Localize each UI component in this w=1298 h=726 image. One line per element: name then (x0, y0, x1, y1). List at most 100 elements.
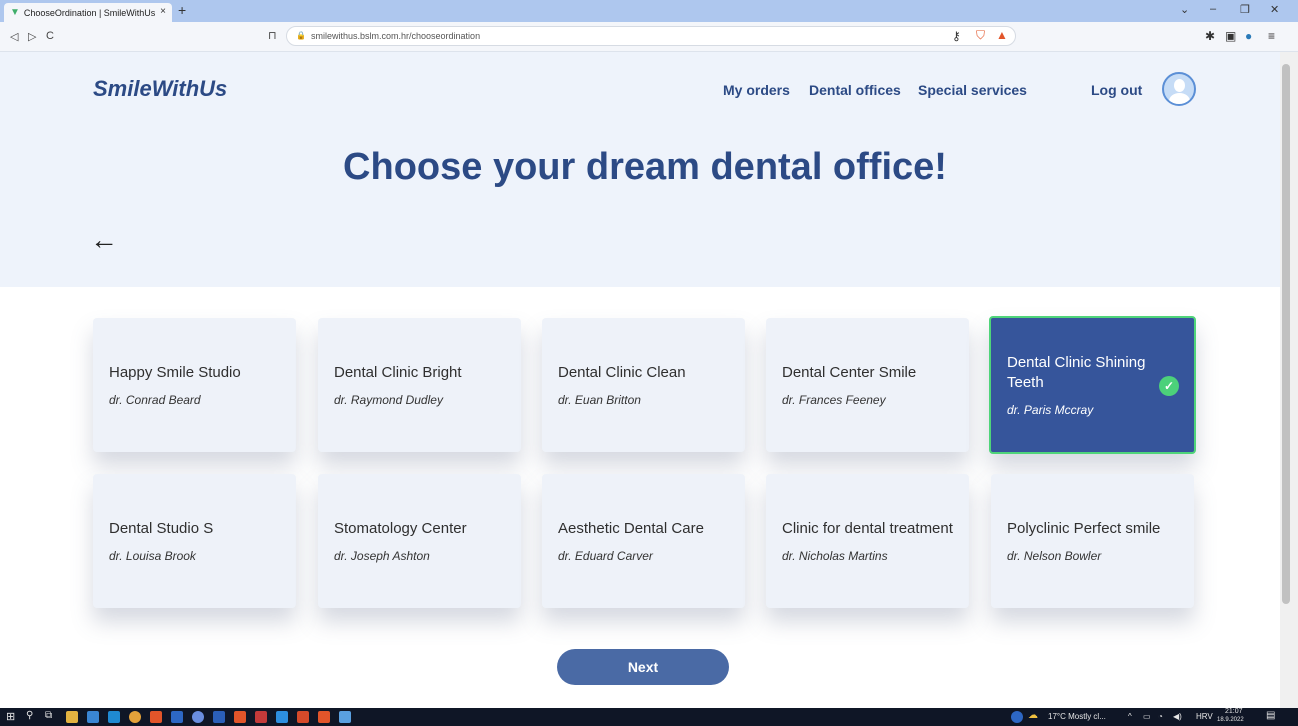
mail-icon[interactable] (108, 711, 120, 723)
restore-window-icon[interactable]: ❐ (1240, 3, 1250, 16)
wifi-icon[interactable]: ◔ (1158, 712, 1163, 721)
back-arrow-icon[interactable]: ← (90, 226, 118, 254)
nav-my-orders[interactable]: My orders (723, 82, 790, 98)
scrollbar-thumb[interactable] (1282, 64, 1290, 604)
office-doctor: dr. Frances Feeney (782, 393, 886, 407)
lock-icon: 🔒 (296, 31, 306, 40)
office-name: Dental Clinic Bright (334, 364, 462, 381)
office-name: Dental Studio S (109, 520, 214, 537)
reload-icon[interactable]: C (46, 30, 54, 42)
clock-time[interactable]: 21:07 (1225, 708, 1243, 715)
vscode-icon[interactable] (276, 711, 288, 723)
office-card[interactable]: Clinic for dental treatment dr. Nicholas… (766, 474, 969, 608)
filezilla-icon[interactable] (297, 711, 309, 723)
app-icon[interactable] (87, 711, 99, 723)
office-doctor: dr. Eduard Carver (558, 549, 653, 563)
tab-search-icon[interactable]: ⌄ (1180, 3, 1189, 16)
office-card[interactable]: Dental Clinic Clean dr. Euan Britton (542, 318, 745, 452)
browser-tab[interactable]: ▼ ChooseOrdination | SmileWithUs × (4, 3, 172, 22)
office-name: Dental Clinic Shining Teeth (1007, 354, 1146, 391)
url-text: smilewithus.bslm.com.hr/chooseordination (311, 31, 481, 41)
office-card[interactable]: Stomatology Center dr. Joseph Ashton (318, 474, 521, 608)
office-doctor: dr. Nicholas Martins (782, 549, 888, 563)
office-card[interactable]: Aesthetic Dental Care dr. Eduard Carver (542, 474, 745, 608)
office-doctor: dr. Joseph Ashton (334, 549, 430, 563)
site-logo[interactable]: SmileWithUs (93, 76, 227, 102)
volume-icon[interactable]: ◀) (1173, 712, 1182, 721)
tab-title: ChooseOrdination | SmileWithUs (23, 7, 156, 18)
file-explorer-icon[interactable] (66, 711, 78, 723)
office-card[interactable]: Dental Studio S dr. Louisa Brook (93, 474, 296, 608)
office-card[interactable]: Dental Clinic Bright dr. Raymond Dudley (318, 318, 521, 452)
bookmark-icon[interactable]: ⊓ (268, 29, 277, 42)
notepad-icon[interactable] (339, 711, 351, 723)
key-icon[interactable]: ⚷ (952, 29, 961, 43)
nav-special-services[interactable]: Special services (918, 82, 1027, 98)
extensions-icon[interactable]: ✱ (1205, 29, 1215, 43)
battery-icon[interactable]: ▭ (1143, 712, 1151, 721)
forward-nav-icon[interactable]: ▷ (28, 30, 36, 43)
office-doctor: dr. Euan Britton (558, 393, 641, 407)
office-doctor: dr. Raymond Dudley (334, 393, 443, 407)
new-tab-button[interactable]: + (178, 2, 186, 18)
office-card-selected[interactable]: Dental Clinic Shining Teeth dr. Paris Mc… (989, 316, 1196, 454)
address-bar[interactable]: 🔒 smilewithus.bslm.com.hr/chooseordinati… (286, 26, 1016, 46)
office-doctor: dr. Louisa Brook (109, 549, 196, 563)
office-name: Clinic for dental treatment (782, 520, 953, 537)
app-icon[interactable] (171, 711, 183, 723)
brave-icon[interactable] (150, 711, 162, 723)
avatar-head (1174, 79, 1185, 92)
office-name: Polyclinic Perfect smile (1007, 520, 1161, 537)
windows-taskbar: ⊞ ⚲ ⧉ ☁ 17°C Mostly cl... ^ ▭ ◔ ◀) HRV 2… (0, 708, 1298, 726)
page-content: SmileWithUs My orders Dental offices Spe… (0, 52, 1280, 708)
office-name: Happy Smile Studio (109, 364, 241, 381)
wallet-icon[interactable]: ▣ (1225, 29, 1236, 43)
brave-icon[interactable] (318, 711, 330, 723)
office-doctor: dr. Conrad Beard (109, 393, 201, 407)
windows-start-icon[interactable]: ⊞ (6, 710, 15, 723)
brave-rewards-icon[interactable]: ▲ (996, 28, 1008, 42)
office-name: Dental Clinic Clean (558, 364, 686, 381)
weather-text[interactable]: 17°C Mostly cl... (1048, 712, 1106, 721)
hero-section: SmileWithUs My orders Dental offices Spe… (0, 52, 1280, 287)
minimize-window-icon[interactable]: – (1210, 3, 1216, 15)
office-card[interactable]: Dental Center Smile dr. Frances Feeney (766, 318, 969, 452)
brave-icon[interactable] (234, 711, 246, 723)
language-indicator[interactable]: HRV (1196, 712, 1213, 721)
brave-shields-icon[interactable]: ⛉ (976, 28, 985, 43)
vue-favicon-icon: ▼ (10, 7, 20, 18)
nav-dental-offices[interactable]: Dental offices (809, 82, 901, 98)
vpn-icon[interactable]: ● (1245, 29, 1252, 43)
office-doctor: dr. Paris Mccray (1007, 403, 1094, 417)
next-button[interactable]: Next (557, 649, 729, 685)
show-hidden-icons-icon[interactable]: ^ (1128, 712, 1132, 721)
weather-icon: ☁ (1028, 710, 1038, 721)
office-doctor: dr. Nelson Bowler (1007, 549, 1102, 563)
tab-close-icon[interactable]: × (160, 6, 166, 17)
close-window-icon[interactable]: ✕ (1270, 3, 1279, 16)
logout-link[interactable]: Log out (1091, 82, 1142, 98)
browser-navigation-bar: ◁ ▷ C ⊓ 🔒 smilewithus.bslm.com.hr/choose… (0, 22, 1298, 52)
avatar-body (1169, 93, 1190, 104)
menu-icon[interactable]: ≡ (1268, 29, 1275, 43)
clock-date[interactable]: 18.9.2022 (1217, 717, 1244, 723)
office-card[interactable]: Happy Smile Studio dr. Conrad Beard (93, 318, 296, 452)
office-card[interactable]: Polyclinic Perfect smile dr. Nelson Bowl… (991, 474, 1194, 608)
search-icon[interactable]: ⚲ (26, 710, 33, 721)
app-icon[interactable] (255, 711, 267, 723)
notifications-icon[interactable]: ▤ (1266, 710, 1275, 721)
task-view-icon[interactable]: ⧉ (45, 710, 52, 721)
browser-tab-bar: ▼ ChooseOrdination | SmileWithUs × + ⌄ –… (0, 0, 1298, 22)
help-icon[interactable] (1011, 711, 1023, 723)
page-title: Choose your dream dental office! (343, 146, 947, 188)
back-nav-icon[interactable]: ◁ (10, 30, 18, 43)
office-name: Aesthetic Dental Care (558, 520, 704, 537)
office-name: Dental Center Smile (782, 364, 917, 381)
page-scrollbar[interactable] (1280, 52, 1298, 708)
word-icon[interactable] (213, 711, 225, 723)
chrome-icon[interactable] (129, 711, 141, 723)
user-avatar-icon[interactable] (1162, 72, 1196, 106)
selected-check-icon: ✓ (1159, 376, 1179, 396)
discord-icon[interactable] (192, 711, 204, 723)
office-name: Stomatology Center (334, 520, 467, 537)
